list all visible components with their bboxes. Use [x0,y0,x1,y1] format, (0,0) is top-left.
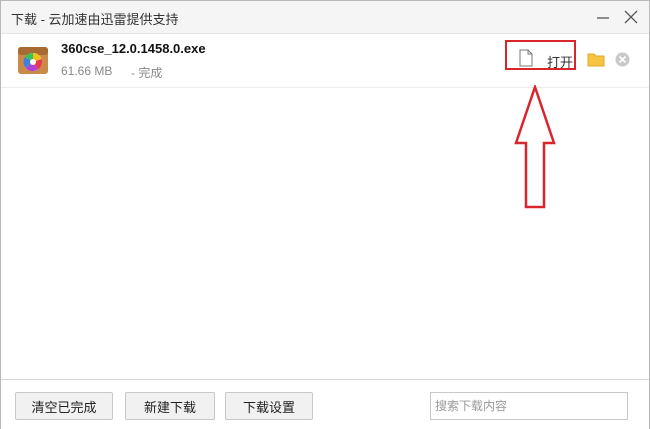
download-item[interactable]: 360cse_12.0.1458.0.exe 61.66 MB - 完成 打开 [1,34,649,88]
open-file-button[interactable]: 打开 [547,52,573,71]
download-status: - 完成 [131,66,163,80]
installer-icon [18,47,48,74]
title-bar: 下载 - 云加速由迅雷提供支持 [1,1,649,34]
footer-toolbar: 清空已完成 新建下载 下载设置 [1,379,649,429]
close-icon [624,10,638,24]
remove-icon[interactable] [615,52,630,67]
close-button[interactable] [621,7,641,27]
download-settings-button[interactable]: 下载设置 [225,392,313,420]
minimize-icon [597,17,609,19]
new-download-button[interactable]: 新建下载 [125,392,215,420]
file-size: 61.66 MB [61,64,113,78]
clear-completed-button[interactable]: 清空已完成 [15,392,113,420]
download-window: 下载 - 云加速由迅雷提供支持 360cse_12.0.1458.0.exe 6… [0,0,650,429]
minimize-button[interactable] [593,7,613,27]
search-downloads-input[interactable] [430,392,628,420]
window-title: 下载 - 云加速由迅雷提供支持 [11,12,179,27]
document-icon[interactable] [518,49,534,67]
folder-icon[interactable] [587,52,605,67]
annotation-up-arrow [514,85,556,209]
file-name: 360cse_12.0.1458.0.exe [61,41,206,56]
